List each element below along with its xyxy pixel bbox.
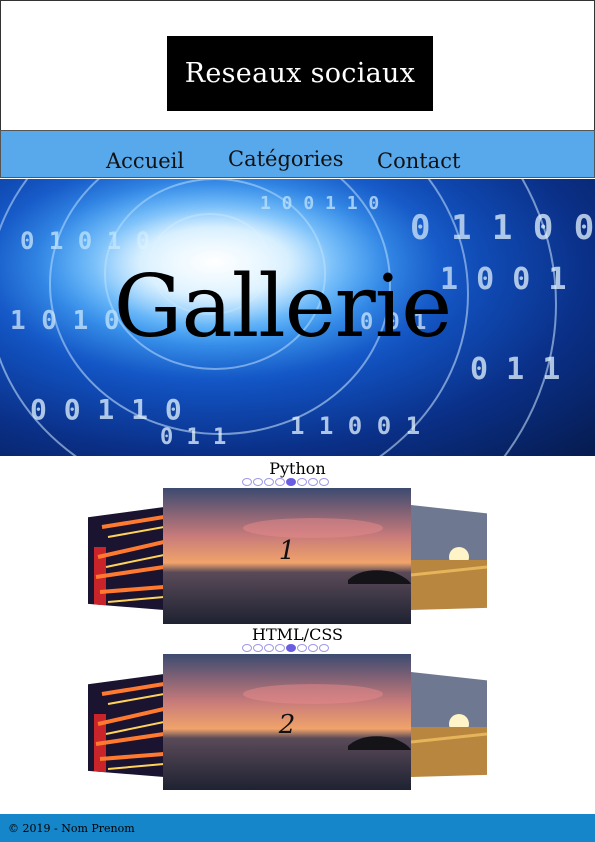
carousel-dot[interactable] xyxy=(308,478,318,486)
carousel-dot[interactable] xyxy=(275,644,285,652)
nav-item-contact[interactable]: Contact xyxy=(377,149,460,173)
carousel-slide-current[interactable]: 1 xyxy=(163,488,411,624)
carousel-dot[interactable] xyxy=(286,478,296,486)
nav-item-categories[interactable]: Catégories xyxy=(228,147,344,171)
carousel-slide-next[interactable] xyxy=(411,672,487,777)
wheat-field-image xyxy=(411,672,487,777)
city-night-image xyxy=(88,507,164,610)
carousel-slide-current[interactable]: 2 xyxy=(163,654,411,790)
wheat-field-image xyxy=(411,505,487,610)
carousel-dot[interactable] xyxy=(264,478,274,486)
site-footer: © 2019 - Nom Prenom xyxy=(0,814,595,842)
carousel-dots xyxy=(242,478,329,486)
slide-number: 1 xyxy=(278,536,296,566)
site-logo[interactable]: Reseaux sociaux xyxy=(167,36,433,111)
footer-copyright: © 2019 - Nom Prenom xyxy=(8,822,135,835)
nav-item-accueil[interactable]: Accueil xyxy=(106,149,184,173)
carousel-slide-prev[interactable] xyxy=(88,507,164,610)
carousel-dot[interactable] xyxy=(286,644,296,652)
site-header: Reseaux sociaux xyxy=(0,0,595,130)
carousel-slide-next[interactable] xyxy=(411,505,487,610)
site-logo-text: Reseaux sociaux xyxy=(184,58,416,89)
city-night-image xyxy=(88,674,164,777)
main-nav: Accueil Catégories Contact xyxy=(0,130,595,178)
carousel-dot[interactable] xyxy=(253,644,263,652)
carousel-dot[interactable] xyxy=(275,478,285,486)
page-title: Gallerie xyxy=(113,257,452,357)
hero-banner: 0 1 1 0 0 1 0 0 1 0 1 1 0 1 0 1 0 1 0 1 … xyxy=(0,179,595,456)
carousel-dot[interactable] xyxy=(319,478,329,486)
carousel-dot[interactable] xyxy=(242,478,252,486)
carousel-dot[interactable] xyxy=(297,644,307,652)
carousel-dot[interactable] xyxy=(319,644,329,652)
carousel-dot[interactable] xyxy=(297,478,307,486)
carousel-dot[interactable] xyxy=(264,644,274,652)
slide-number: 2 xyxy=(278,710,296,740)
carousel-slide-prev[interactable] xyxy=(88,674,164,777)
carousel-dot[interactable] xyxy=(253,478,263,486)
carousel-dots xyxy=(242,644,329,652)
gallery-title-python: Python xyxy=(269,459,326,478)
carousel-dot[interactable] xyxy=(242,644,252,652)
carousel-dot[interactable] xyxy=(308,644,318,652)
gallery-title-html-css: HTML/CSS xyxy=(252,625,343,644)
